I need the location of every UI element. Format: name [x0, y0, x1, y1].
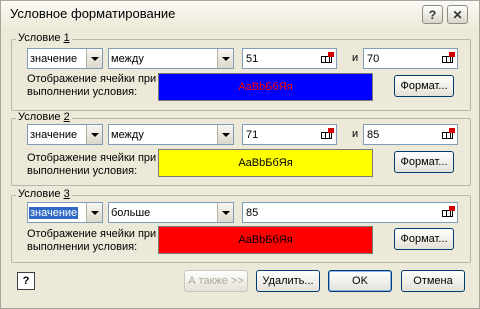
conditional-formatting-dialog: Условное форматирование ? ✕ Условие 1 зн… — [0, 0, 480, 309]
display-label-line1: Отображение ячейки при — [27, 228, 157, 240]
chevron-down-icon[interactable] — [217, 125, 233, 144]
condition-1-display-label: Отображение ячейки при выполнении услови… — [27, 73, 156, 99]
also-button[interactable]: А также >> — [184, 270, 248, 292]
condition-1-value2: 70 — [367, 53, 380, 65]
condition-1-operator-value: между — [111, 53, 144, 65]
chevron-down-icon[interactable] — [217, 203, 233, 222]
condition-1-type-value: значение — [30, 53, 78, 65]
condition-3-group: Условие 3 значение больше 85 Отображение… — [11, 188, 471, 263]
condition-1-value1: 51 — [246, 53, 259, 65]
condition-1-format-preview: AaBbБбЯя — [158, 73, 373, 101]
cancel-button[interactable]: Отмена — [401, 270, 465, 292]
help-icon[interactable]: ? — [17, 272, 35, 290]
condition-3-label: Условие 3 — [16, 188, 72, 200]
preview-text: AaBbБбЯя — [238, 81, 293, 93]
condition-1-and-label: и — [352, 52, 359, 64]
collapse-dialog-icon[interactable] — [440, 127, 456, 141]
condition-3-operator-select[interactable]: больше — [108, 202, 234, 223]
condition-2-and-label: и — [352, 128, 359, 140]
display-label-line2: выполнении условия: — [27, 165, 138, 177]
chevron-down-icon[interactable] — [217, 49, 233, 68]
dialog-title: Условное форматирование — [10, 6, 176, 21]
condition-3-type-select[interactable]: значение — [27, 202, 103, 223]
condition-2-value2-input[interactable]: 85 — [363, 124, 458, 145]
condition-1-value1-input[interactable]: 51 — [242, 48, 337, 69]
display-label-line2: выполнении условия: — [27, 241, 138, 253]
condition-1-operator-select[interactable]: между — [108, 48, 234, 69]
display-label-line1: Отображение ячейки при — [27, 73, 157, 85]
condition-3-format-button[interactable]: Формат... — [394, 228, 454, 250]
condition-2-display-label: Отображение ячейки при выполнении услови… — [27, 152, 156, 178]
condition-3-value1: 85 — [246, 207, 259, 219]
condition-1-value2-input[interactable]: 70 — [363, 48, 458, 69]
preview-text: AaBbБбЯя — [238, 157, 293, 169]
collapse-dialog-icon[interactable] — [440, 51, 456, 65]
condition-3-operator-value: больше — [111, 207, 151, 219]
condition-2-value2: 85 — [367, 129, 380, 141]
delete-button[interactable]: Удалить... — [256, 270, 320, 292]
condition-2-format-button[interactable]: Формат... — [394, 151, 454, 173]
collapse-dialog-icon[interactable] — [319, 51, 335, 65]
condition-2-type-value: значение — [30, 129, 78, 141]
condition-1-format-button[interactable]: Формат... — [394, 75, 454, 97]
condition-2-value1: 71 — [246, 129, 259, 141]
condition-1-type-select[interactable]: значение — [27, 48, 103, 69]
condition-3-format-preview: AaBbБбЯя — [158, 226, 373, 254]
close-button[interactable]: ✕ — [447, 5, 468, 24]
condition-2-operator-select[interactable]: между — [108, 124, 234, 145]
condition-1-label: Условие 1 — [16, 32, 72, 44]
display-label-line2: выполнении условия: — [27, 86, 138, 98]
ok-button[interactable]: OK — [328, 270, 392, 292]
condition-2-group: Условие 2 значение между 71 и 85 Отображ… — [11, 111, 471, 186]
condition-2-type-select[interactable]: значение — [27, 124, 103, 145]
display-label-line1: Отображение ячейки при — [27, 152, 157, 164]
chevron-down-icon[interactable] — [86, 125, 102, 144]
condition-3-type-value: значение — [29, 207, 79, 219]
condition-2-operator-value: между — [111, 129, 144, 141]
collapse-dialog-icon[interactable] — [440, 205, 456, 219]
chevron-down-icon[interactable] — [86, 49, 102, 68]
help-title-button[interactable]: ? — [422, 5, 443, 24]
title-bar[interactable]: Условное форматирование ? ✕ — [1, 1, 479, 29]
condition-2-value1-input[interactable]: 71 — [242, 124, 337, 145]
condition-2-label: Условие 2 — [16, 111, 72, 123]
condition-3-value1-input[interactable]: 85 — [242, 202, 458, 223]
preview-text: AaBbБбЯя — [238, 234, 293, 246]
chevron-down-icon[interactable] — [86, 203, 102, 222]
collapse-dialog-icon[interactable] — [319, 127, 335, 141]
condition-1-group: Условие 1 значение между 51 и 70 Отображ… — [11, 32, 471, 111]
condition-3-display-label: Отображение ячейки при выполнении услови… — [27, 228, 156, 254]
condition-2-format-preview: AaBbБбЯя — [158, 149, 373, 177]
